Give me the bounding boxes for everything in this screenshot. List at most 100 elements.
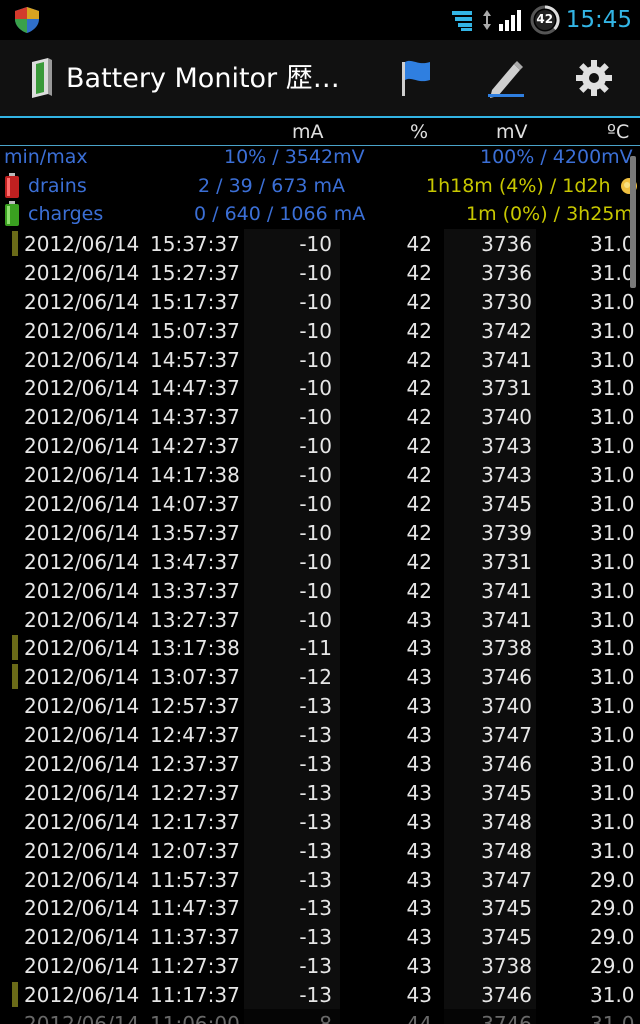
status-time: 15:45 bbox=[565, 7, 632, 33]
table-row[interactable]: 2012/06/14 11:06:00 -8 44 3746 31.0 bbox=[0, 1009, 640, 1024]
cell-date: 2012/06/14 bbox=[24, 636, 140, 661]
table-row[interactable]: 2012/06/14 11:27:37 -13 43 3738 29.0 bbox=[0, 951, 640, 981]
cell-date: 2012/06/14 bbox=[24, 694, 140, 719]
cell-time: 14:57:37 bbox=[150, 347, 240, 372]
cell-percent: 43 bbox=[406, 752, 432, 777]
table-row[interactable]: 2012/06/14 15:37:37 -10 42 3736 31.0 bbox=[0, 229, 640, 258]
scrollbar[interactable] bbox=[630, 156, 636, 288]
edit-button[interactable] bbox=[482, 54, 530, 102]
table-row[interactable]: 2012/06/14 11:17:37 -13 43 3746 31.0 bbox=[0, 980, 640, 1010]
column-header: mA % mV ºC bbox=[0, 118, 640, 146]
cell-ma: -13 bbox=[299, 925, 332, 950]
table-row[interactable]: 2012/06/14 13:27:37 -10 43 3741 31.0 bbox=[0, 604, 640, 634]
cell-ma: -8 bbox=[244, 1012, 332, 1024]
column-ma[interactable]: mA bbox=[292, 121, 324, 143]
cell-time: 13:57:37 bbox=[150, 520, 240, 545]
cell-date: 2012/06/14 bbox=[24, 954, 140, 979]
cell-ma: -13 bbox=[299, 780, 332, 805]
table-row[interactable]: 2012/06/14 14:07:37 -10 42 3745 31.0 bbox=[0, 489, 640, 518]
cell-ma: -13 bbox=[299, 694, 332, 719]
cell-mv: 3738 bbox=[481, 636, 532, 661]
cell-temperature: 31.0 bbox=[590, 405, 635, 430]
column-percent[interactable]: % bbox=[410, 121, 428, 143]
cell-temperature: 31.0 bbox=[590, 492, 635, 517]
cell-temperature: 31.0 bbox=[590, 780, 635, 805]
cell-ma: -13 bbox=[299, 752, 332, 777]
cell-time: 14:27:37 bbox=[150, 434, 240, 459]
cell-time: 11:27:37 bbox=[150, 954, 240, 979]
minmax-value: 10% / 3542mV bbox=[224, 146, 365, 168]
table-row[interactable]: 2012/06/14 12:37:37 -13 43 3746 31.0 bbox=[0, 749, 640, 778]
cell-percent: 42 bbox=[406, 520, 432, 545]
table-row[interactable]: 2012/06/14 13:17:38 -11 43 3738 31.0 bbox=[0, 633, 640, 663]
table-row[interactable]: 2012/06/14 11:37:37 -13 43 3745 29.0 bbox=[0, 922, 640, 952]
table-row[interactable]: 2012/06/14 12:17:37 -13 43 3748 31.0 bbox=[0, 806, 640, 836]
table-row[interactable]: 2012/06/14 14:37:37 -10 42 3740 31.0 bbox=[0, 402, 640, 432]
table-row[interactable]: 2012/06/14 14:27:37 -10 42 3743 31.0 bbox=[0, 431, 640, 461]
table-row[interactable]: 2012/06/14 13:37:37 -10 42 3741 31.0 bbox=[0, 575, 640, 605]
charges-label: charges bbox=[28, 203, 104, 225]
cell-time: 14:37:37 bbox=[150, 405, 240, 430]
drains-value: 2 / 39 / 673 mA bbox=[198, 175, 346, 197]
table-row[interactable]: 2012/06/14 15:17:37 -10 42 3730 31.0 bbox=[0, 286, 640, 316]
app-battery-icon[interactable] bbox=[28, 58, 54, 98]
cell-date: 2012/06/14 bbox=[24, 925, 140, 950]
table-row[interactable]: 2012/06/14 11:47:37 -13 43 3745 29.0 bbox=[0, 893, 640, 923]
table-row[interactable]: 2012/06/14 11:57:37 -13 43 3747 29.0 bbox=[0, 864, 640, 894]
table-row[interactable]: 2012/06/14 12:27:37 -13 43 3745 31.0 bbox=[0, 777, 640, 807]
cell-date: 2012/06/14 bbox=[24, 665, 140, 690]
charges-time: 1m (0%) / 3h25m bbox=[466, 203, 633, 225]
settings-button[interactable] bbox=[570, 54, 618, 102]
cell-percent: 43 bbox=[406, 607, 432, 632]
cell-temperature: 31.0 bbox=[590, 520, 635, 545]
cell-percent: 42 bbox=[406, 376, 432, 401]
cell-percent: 42 bbox=[406, 549, 432, 574]
cell-temperature: 31.0 bbox=[590, 347, 635, 372]
cell-ma: -10 bbox=[299, 463, 332, 488]
table-row[interactable]: 2012/06/14 13:07:37 -12 43 3746 31.0 bbox=[0, 662, 640, 692]
cell-temperature: 31.0 bbox=[590, 636, 635, 661]
table-row[interactable]: 2012/06/14 13:57:37 -10 42 3739 31.0 bbox=[0, 517, 640, 547]
flag-button[interactable] bbox=[392, 54, 440, 102]
cell-temperature: 31.0 bbox=[590, 318, 635, 343]
cell-percent: 43 bbox=[406, 954, 432, 979]
edit-pencil-icon bbox=[488, 61, 524, 98]
cell-ma: -10 bbox=[299, 318, 332, 343]
table-row[interactable]: 2012/06/14 12:47:37 -13 43 3747 31.0 bbox=[0, 720, 640, 750]
cell-ma: -10 bbox=[299, 289, 332, 314]
cell-time: 12:57:37 bbox=[150, 694, 240, 719]
cell-temperature: 31.0 bbox=[590, 694, 635, 719]
table-row[interactable]: 2012/06/14 14:17:38 -10 42 3743 31.0 bbox=[0, 460, 640, 490]
cell-mv: 3746 bbox=[481, 752, 532, 777]
cell-temperature: 29.0 bbox=[590, 867, 635, 892]
cell-mv: 3740 bbox=[481, 694, 532, 719]
cell-percent: 43 bbox=[406, 780, 432, 805]
cell-percent: 43 bbox=[406, 983, 432, 1008]
table-row[interactable]: 2012/06/14 14:47:37 -10 42 3731 31.0 bbox=[0, 373, 640, 403]
cell-temperature: 31.0 bbox=[590, 260, 635, 285]
cell-temperature: 31.0 bbox=[590, 752, 635, 777]
cell-temperature: 29.0 bbox=[590, 925, 635, 950]
cell-date: 2012/06/14 bbox=[24, 463, 140, 488]
summary-drains: drains 2 / 39 / 673 mA 1h18m (4%) / 1d2h bbox=[0, 172, 640, 201]
cell-time: 14:47:37 bbox=[150, 376, 240, 401]
cell-mv: 3745 bbox=[481, 492, 532, 517]
table-row[interactable]: 2012/06/14 15:27:37 -10 42 3736 31.0 bbox=[0, 257, 640, 287]
table-row[interactable]: 2012/06/14 14:57:37 -10 42 3741 31.0 bbox=[0, 344, 640, 374]
cell-date: 2012/06/14 bbox=[24, 260, 140, 285]
column-temperature[interactable]: ºC bbox=[607, 121, 629, 143]
cell-time: 13:47:37 bbox=[150, 549, 240, 574]
drains-label: drains bbox=[28, 175, 87, 197]
table-row[interactable]: 2012/06/14 15:07:37 -10 42 3742 31.0 bbox=[0, 315, 640, 345]
table-row[interactable]: 2012/06/14 13:47:37 -10 42 3731 31.0 bbox=[0, 546, 640, 576]
cell-ma: -10 bbox=[299, 347, 332, 372]
battery-log-table[interactable]: 2012/06/14 15:37:37 -10 42 3736 31.0 2012/06/1… bbox=[0, 229, 640, 1024]
column-mv[interactable]: mV bbox=[496, 121, 528, 143]
cell-temperature: 31.0 bbox=[590, 232, 635, 256]
row-marker bbox=[12, 982, 18, 1008]
settings-gear-icon bbox=[576, 60, 612, 96]
table-row[interactable]: 2012/06/14 12:57:37 -13 43 3740 31.0 bbox=[0, 691, 640, 721]
table-row[interactable]: 2012/06/14 12:07:37 -13 43 3748 31.0 bbox=[0, 835, 640, 865]
cell-time: 15:07:37 bbox=[150, 318, 240, 343]
cell-ma: -10 bbox=[299, 549, 332, 574]
